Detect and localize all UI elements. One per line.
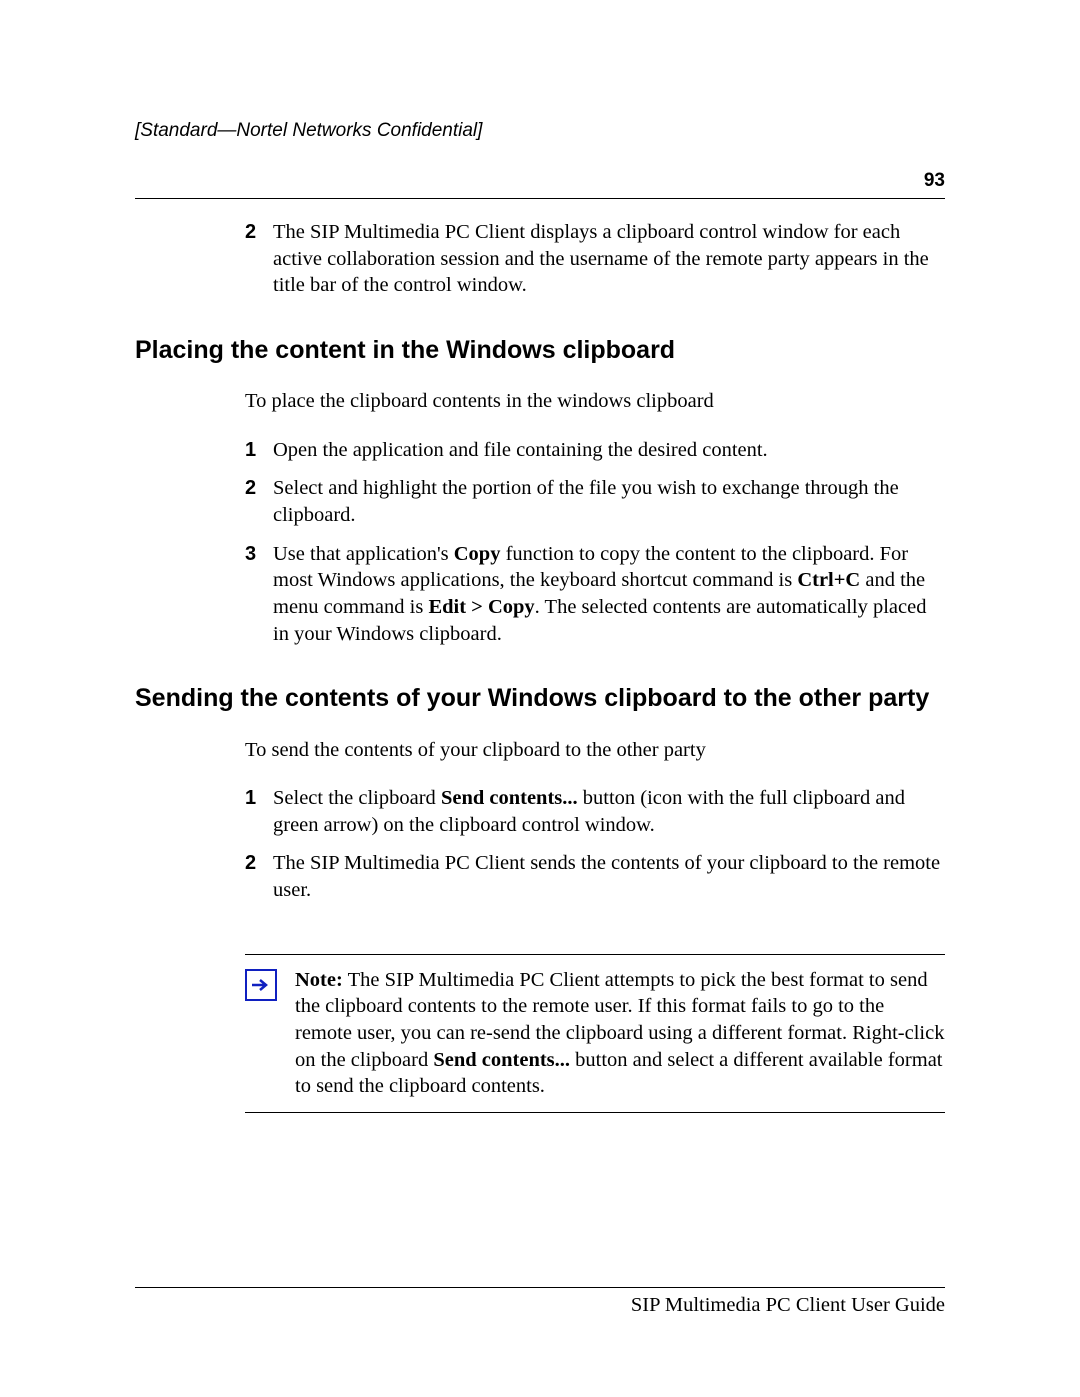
list-body: Open the application and file containing… <box>273 437 945 464</box>
list-item: 2 The SIP Multimedia PC Client sends the… <box>245 850 945 903</box>
list-number: 3 <box>245 541 273 648</box>
section-heading-placing: Placing the content in the Windows clipb… <box>135 335 945 366</box>
footer-text: SIP Multimedia PC Client User Guide <box>135 1294 945 1317</box>
list-item: 1 Open the application and file containi… <box>245 437 945 464</box>
list-body: The SIP Multimedia PC Client displays a … <box>273 219 945 299</box>
footer-rule <box>135 1287 945 1288</box>
continuation-list: 2 The SIP Multimedia PC Client displays … <box>245 219 945 299</box>
note-content: Note: The SIP Multimedia PC Client attem… <box>245 967 945 1100</box>
header-confidential: [Standard—Nortel Networks Confidential] <box>135 120 945 142</box>
list-body: Select the clipboard Send contents... bu… <box>273 785 945 838</box>
note-text: Note: The SIP Multimedia PC Client attem… <box>295 967 945 1100</box>
list-body: Select and highlight the portion of the … <box>273 475 945 528</box>
note-icon-wrap <box>245 967 295 1100</box>
top-rule <box>135 198 945 199</box>
list-number: 2 <box>245 475 273 528</box>
section2-list: 1 Select the clipboard Send contents... … <box>245 785 945 904</box>
bold-send-contents: Send contents... <box>441 787 578 809</box>
list-item: 2 The SIP Multimedia PC Client displays … <box>245 219 945 299</box>
bold-ctrlc: Ctrl+C <box>797 569 860 591</box>
list-number: 2 <box>245 850 273 903</box>
list-number: 2 <box>245 219 273 299</box>
list-number: 1 <box>245 785 273 838</box>
note-box: Note: The SIP Multimedia PC Client attem… <box>245 954 945 1113</box>
note-label: Note: <box>295 969 343 991</box>
list-body: The SIP Multimedia PC Client sends the c… <box>273 850 945 903</box>
list-item: 1 Select the clipboard Send contents... … <box>245 785 945 838</box>
text-run: Use that application's <box>273 543 454 565</box>
list-item: 2 Select and highlight the portion of th… <box>245 475 945 528</box>
page-number: 93 <box>135 170 945 192</box>
note-rule-top <box>245 954 945 955</box>
text-run: Select the clipboard <box>273 787 441 809</box>
section2-intro: To send the contents of your clipboard t… <box>245 737 945 764</box>
note-rule-bottom <box>245 1112 945 1113</box>
bold-copy: Copy <box>454 543 501 565</box>
page-footer: SIP Multimedia PC Client User Guide <box>135 1287 945 1317</box>
arrow-right-icon <box>245 969 277 1001</box>
bold-edit-copy: Edit > Copy <box>428 596 534 618</box>
section1-intro: To place the clipboard contents in the w… <box>245 388 945 415</box>
list-body: Use that application's Copy function to … <box>273 541 945 648</box>
list-number: 1 <box>245 437 273 464</box>
section1-list: 1 Open the application and file containi… <box>245 437 945 647</box>
document-page: [Standard—Nortel Networks Confidential] … <box>0 0 1080 1397</box>
bold-send-contents: Send contents... <box>433 1049 570 1071</box>
list-item: 3 Use that application's Copy function t… <box>245 541 945 648</box>
section-heading-sending: Sending the contents of your Windows cli… <box>135 683 945 714</box>
